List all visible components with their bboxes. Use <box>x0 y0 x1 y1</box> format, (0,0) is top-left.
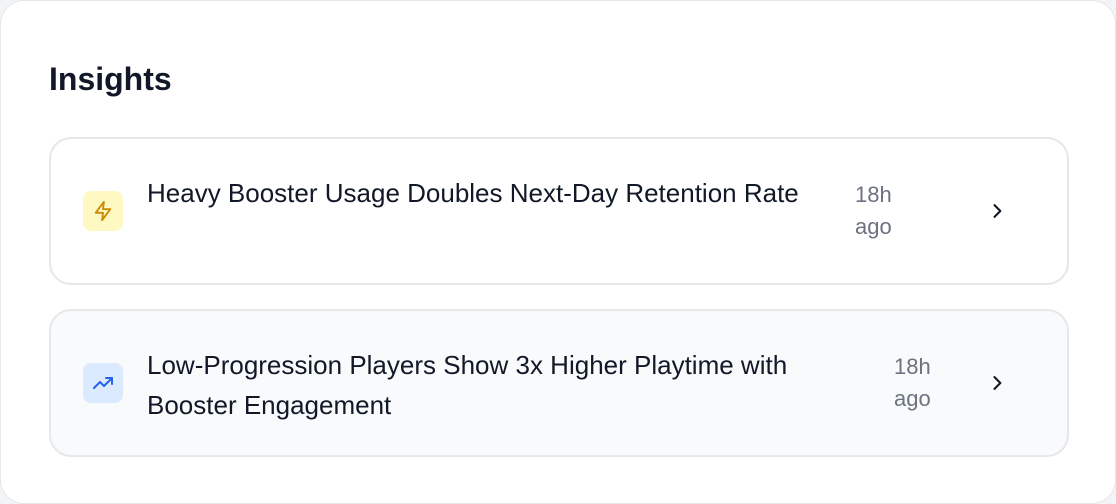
panel-title: Insights <box>49 61 172 97</box>
insight-card[interactable]: Low-Progression Players Show 3x Higher P… <box>49 309 1069 457</box>
insight-title: Low-Progression Players Show 3x Higher P… <box>147 350 788 420</box>
insight-timestamp: 18h ago <box>855 182 892 239</box>
insight-title: Heavy Booster Usage Doubles Next-Day Ret… <box>147 178 799 208</box>
insight-icon-container <box>83 191 123 231</box>
insight-icon-container <box>83 363 123 403</box>
insight-timestamp: 18h ago <box>894 354 931 411</box>
chevron-right-icon[interactable] <box>985 199 1009 223</box>
chevron-right-icon[interactable] <box>985 371 1009 395</box>
trending-up-icon <box>93 377 113 389</box>
insight-card[interactable]: Heavy Booster Usage Doubles Next-Day Ret… <box>49 137 1069 285</box>
lightning-bolt-icon <box>94 200 112 222</box>
insights-panel: Insights Heavy Booster Usage Doubles Nex… <box>0 0 1116 504</box>
